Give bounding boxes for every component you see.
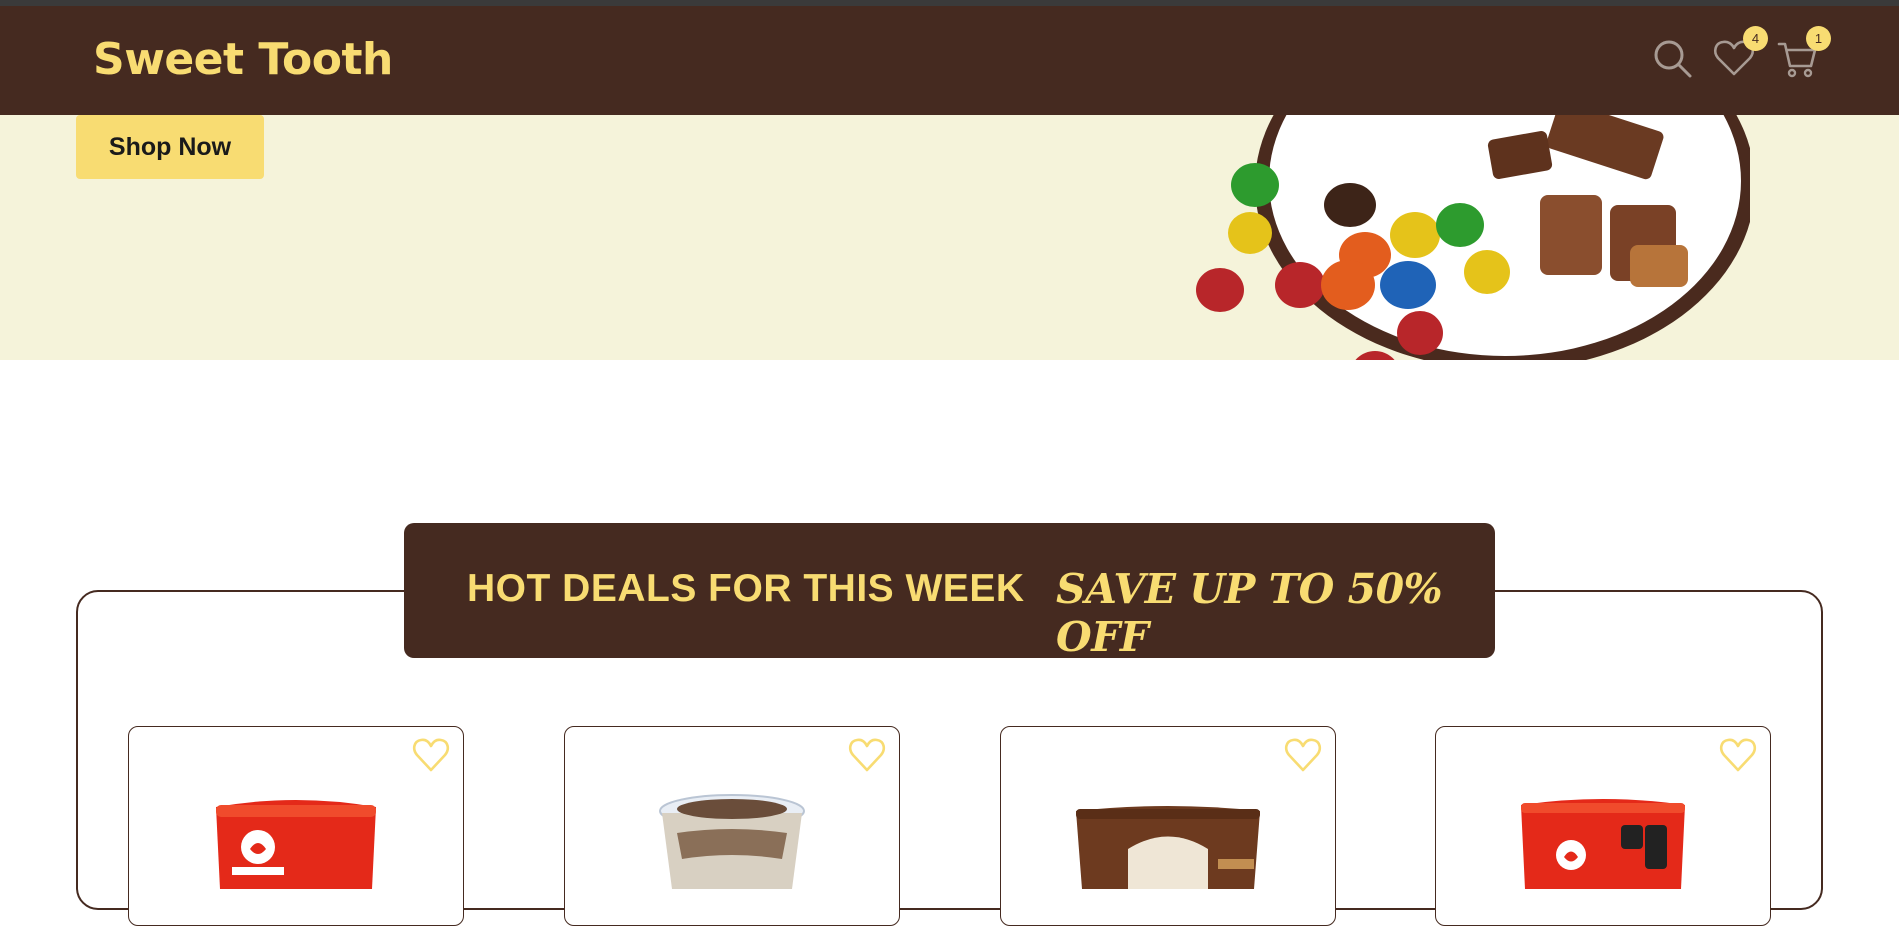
product-image	[659, 794, 805, 889]
hot-deals-title: HOT DEALS FOR THIS WEEK	[467, 567, 1025, 610]
heart-icon[interactable]	[1283, 735, 1323, 775]
product-image	[1076, 806, 1260, 889]
search-icon	[1654, 40, 1692, 78]
product-card[interactable]	[1000, 726, 1336, 926]
product-image	[216, 800, 376, 889]
hot-deals-banner: HOT DEALS FOR THIS WEEK SAVE UP TO 50% O…	[404, 523, 1495, 661]
cart-button[interactable]: 1	[1775, 26, 1831, 80]
header: Sweet Tooth 4 1	[0, 6, 1899, 115]
search-button[interactable]	[1650, 36, 1694, 80]
product-card[interactable]	[564, 726, 900, 926]
wishlist-count-badge: 4	[1743, 26, 1768, 51]
wishlist-button[interactable]: 4	[1712, 26, 1768, 80]
cart-count-badge: 1	[1806, 26, 1831, 51]
product-card[interactable]	[128, 726, 464, 926]
heart-icon[interactable]	[411, 735, 451, 775]
hot-deals-subtitle: SAVE UP TO 50% OFF	[1056, 565, 1443, 661]
brand-logo[interactable]: Sweet Tooth	[93, 34, 393, 85]
product-card[interactable]	[1435, 726, 1771, 926]
heart-icon[interactable]	[847, 735, 887, 775]
product-image	[1521, 799, 1685, 889]
shop-now-button[interactable]: Shop Now	[76, 115, 264, 179]
hero-banner: Shop Now	[0, 115, 1899, 360]
heart-icon[interactable]	[1718, 735, 1758, 775]
candy-plate-image	[1196, 115, 1750, 360]
